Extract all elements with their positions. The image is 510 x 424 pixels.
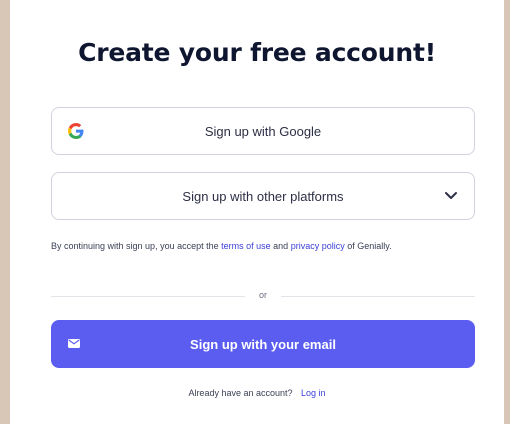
email-signup-label: Sign up with your email [190, 336, 336, 352]
privacy-policy-link[interactable]: privacy policy [291, 241, 345, 251]
legal-notice: By continuing with sign up, you accept t… [51, 239, 481, 253]
legal-suffix: of Genially. [347, 241, 392, 251]
other-platforms-label: Sign up with other platforms [182, 188, 344, 204]
chevron-down-icon [445, 192, 457, 199]
terms-of-use-link[interactable]: terms of use [221, 241, 271, 251]
divider-or-text: or [258, 290, 267, 300]
login-prompt-text: Already have an account? [188, 388, 293, 398]
page-title: Create your free account! [78, 38, 436, 67]
legal-and: and [273, 241, 289, 251]
google-icon [68, 123, 84, 139]
mail-icon [68, 339, 80, 348]
divider-line-right [281, 296, 475, 297]
signup-card: Create your free account! Sign up with G… [10, 0, 504, 424]
login-prompt: Already have an account? Log in [10, 388, 504, 398]
other-platforms-dropdown[interactable]: Sign up with other platforms [51, 172, 475, 220]
google-signup-button[interactable]: Sign up with Google [51, 107, 475, 155]
google-signup-label: Sign up with Google [204, 123, 322, 139]
email-signup-button[interactable]: Sign up with your email [51, 320, 475, 368]
legal-prefix: By continuing with sign up, you accept t… [51, 241, 219, 251]
or-divider: or [51, 290, 475, 302]
login-link[interactable]: Log in [301, 388, 326, 398]
